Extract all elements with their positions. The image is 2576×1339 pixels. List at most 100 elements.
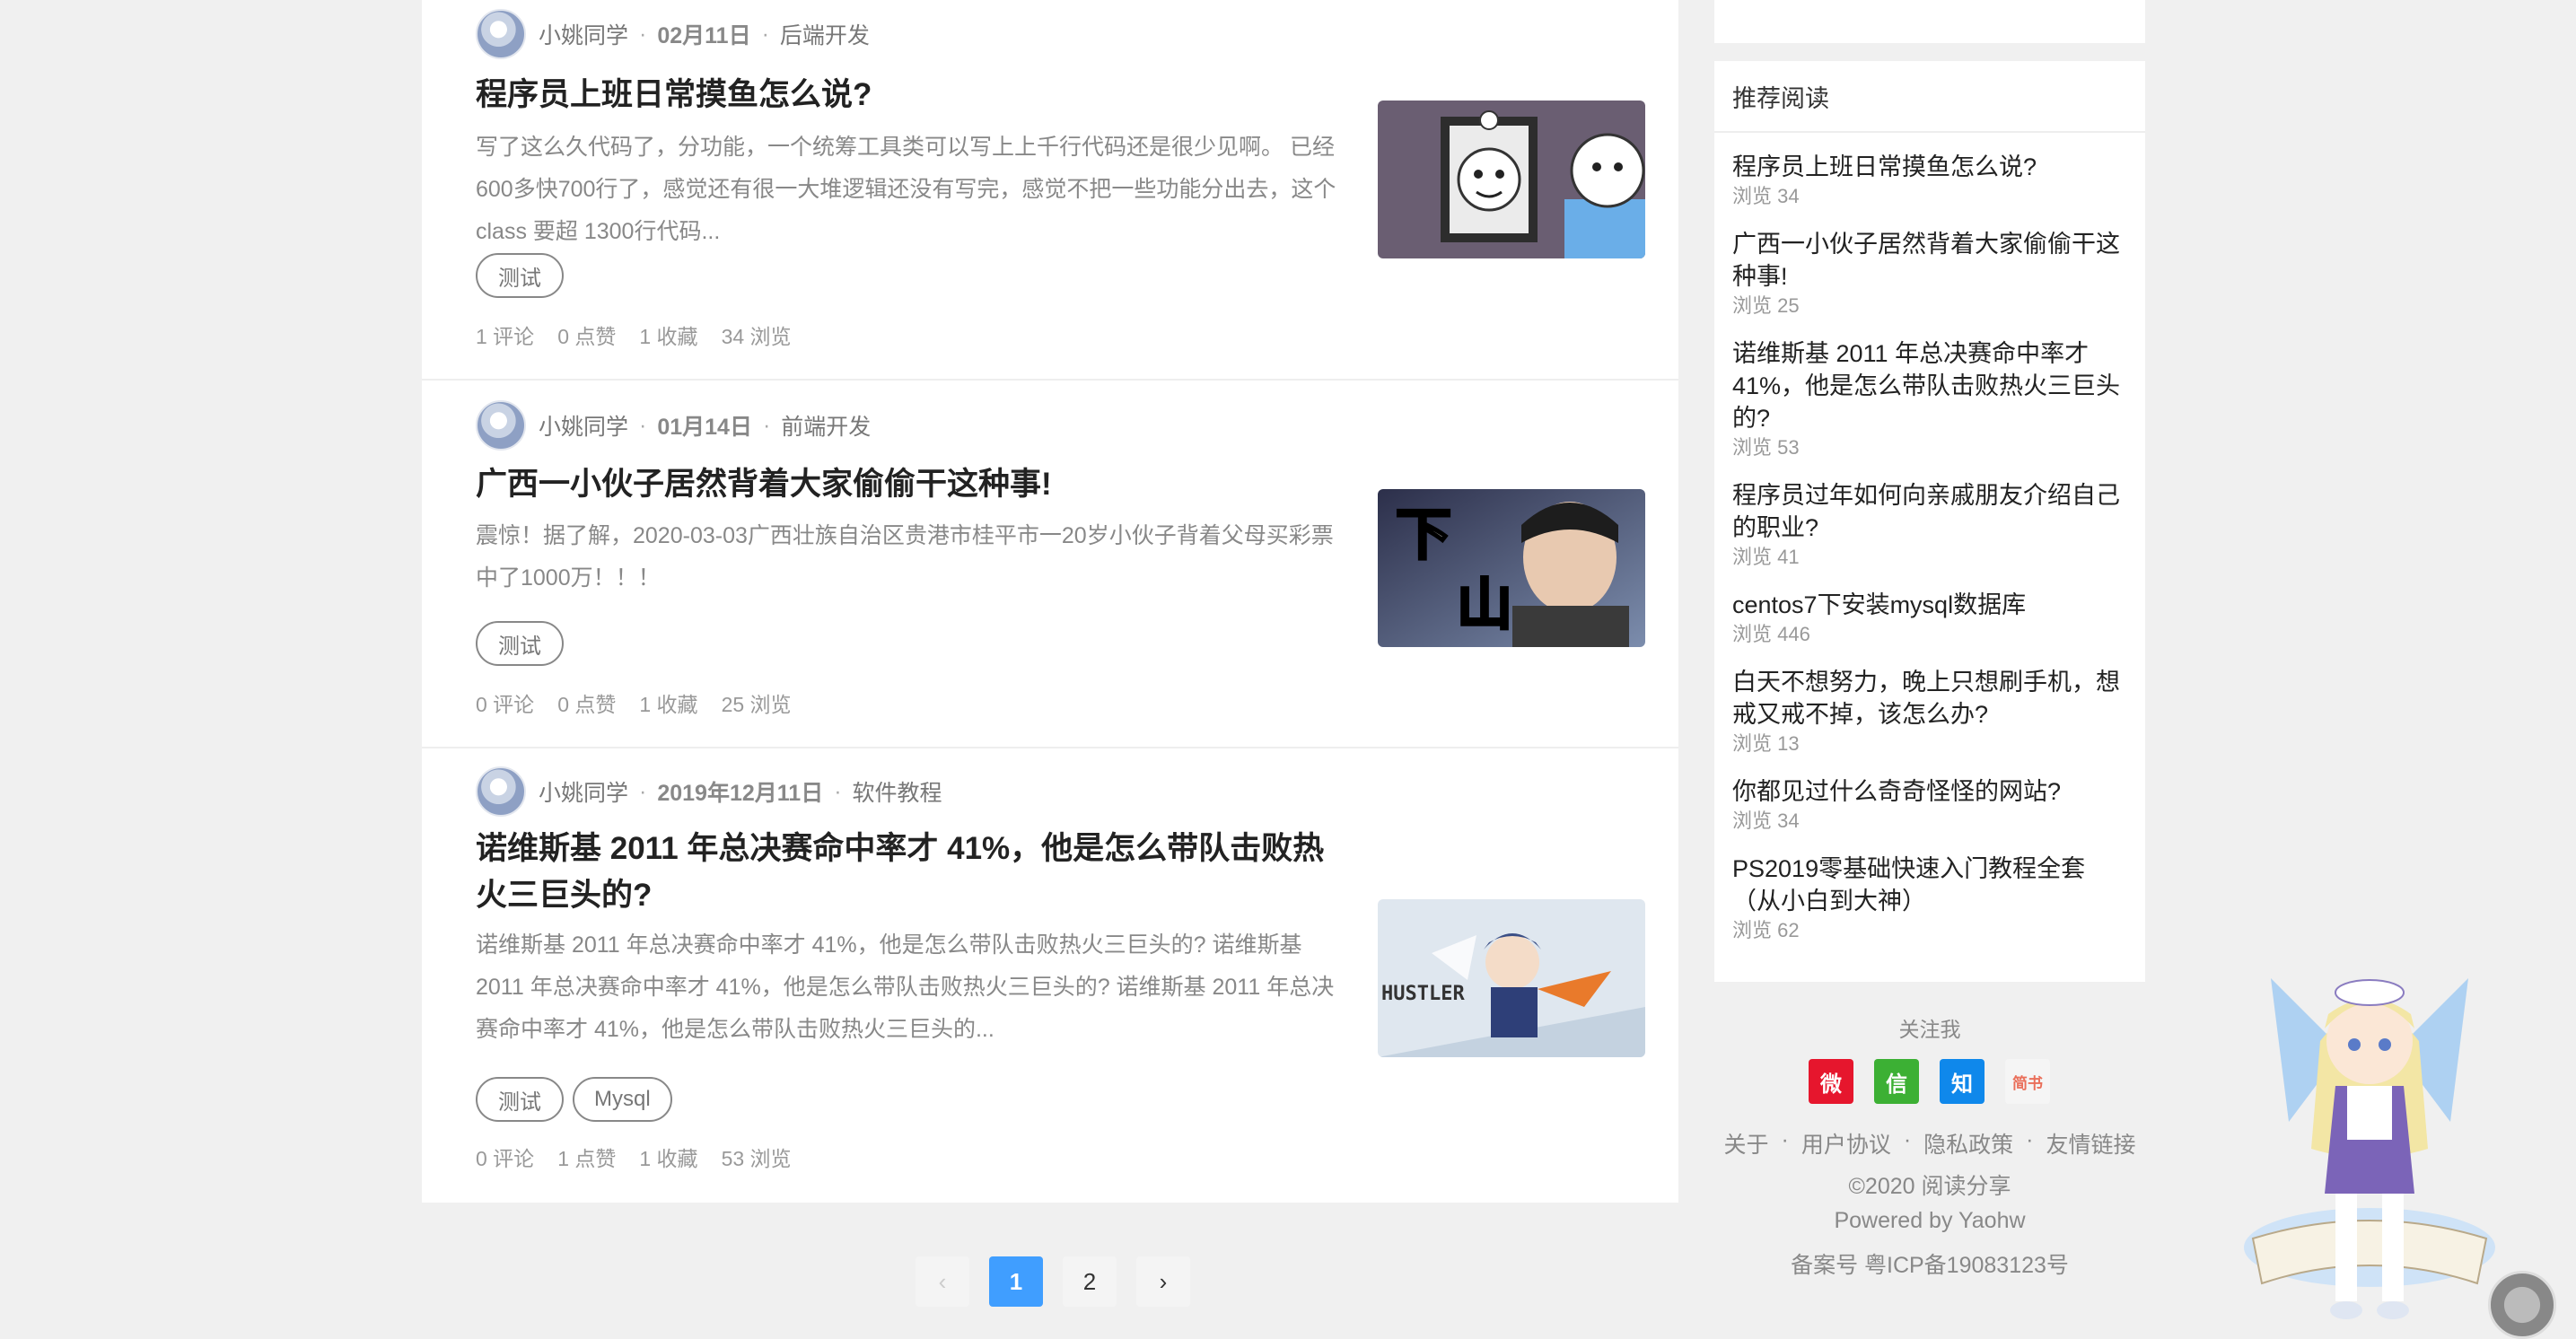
article-date: 02月11日 <box>657 23 751 48</box>
recommended-title[interactable]: 诺维斯基 2011 年总决赛命中率才 41%，他是怎么带队击败热火三巨头的? <box>1732 337 2127 434</box>
follow-label: 关注我 <box>1898 1018 1961 1041</box>
recommended-title[interactable]: PS2019零基础快速入门教程全套（从小白到大神） <box>1732 853 2127 917</box>
like-count: 1 点赞 <box>557 1147 617 1170</box>
mascot-image <box>2244 978 2495 1319</box>
article-category[interactable]: 后端开发 <box>780 18 870 50</box>
avatar[interactable] <box>476 766 526 817</box>
article-category[interactable]: 软件教程 <box>853 775 942 808</box>
article-card[interactable]: 小姚同学 · 01月14日 · 前端开发 广西一小伙子居然背着大家偷偷干这种事!… <box>422 381 1678 748</box>
recommended-views: 浏览 41 <box>1732 546 1800 568</box>
like-count: 0 点赞 <box>557 693 617 716</box>
article-excerpt: 诺维斯基 2011 年总决赛命中率才 41%，他是怎么带队击败热火三巨头的? 诺… <box>476 932 1335 1042</box>
tag-chip[interactable]: Mysql <box>573 1077 672 1122</box>
jianshu-icon[interactable]: 简书 <box>2005 1059 2050 1104</box>
recommended-title[interactable]: 广西一小伙子居然背着大家偷偷干这种事! <box>1732 228 2127 293</box>
view-count: 34 浏览 <box>721 325 792 348</box>
recommended-title[interactable]: 程序员上班日常摸鱼怎么说? <box>1732 151 2127 183</box>
comment-count: 0 评论 <box>476 693 535 716</box>
footer-link-about[interactable]: 关于 <box>1723 1127 1768 1160</box>
footer-link-privacy[interactable]: 隐私政策 <box>1923 1127 2013 1160</box>
thumbnail-caption: HUSTLER <box>1381 983 1465 1005</box>
favorite-count: 1 收藏 <box>639 693 698 716</box>
recommended-item[interactable]: centos7下安装mysql数据库 浏览 446 <box>1732 589 2127 648</box>
article-stats: 1 评论 0 点赞 1 收藏 34 浏览 <box>476 319 792 350</box>
recommended-item[interactable]: 你都见过什么奇奇怪怪的网站? 浏览 34 <box>1732 775 2127 835</box>
comment-count: 1 评论 <box>476 325 535 348</box>
prev-page-button[interactable]: ‹ <box>916 1256 969 1307</box>
page-button-2[interactable]: 2 <box>1063 1256 1117 1307</box>
anime-character-image: HUSTLER <box>1378 899 1645 1057</box>
meta-separator: · <box>761 21 769 47</box>
wechat-icon[interactable]: 信 <box>1874 1059 1919 1104</box>
weibo-icon[interactable]: 微 <box>1809 1059 1853 1104</box>
recommended-reading-panel: 推荐阅读 程序员上班日常摸鱼怎么说? 浏览 34 广西一小伙子居然背着大家偷偷干… <box>1714 61 2145 982</box>
footer-link-terms[interactable]: 用户协议 <box>1801 1127 1891 1160</box>
tag-chip[interactable]: 测试 <box>476 1077 564 1122</box>
meta-separator: · <box>639 778 647 804</box>
article-date: 2019年12月11日 <box>657 781 824 806</box>
avatar[interactable] <box>476 400 526 451</box>
tag-chip[interactable]: 测试 <box>476 621 564 666</box>
article-title[interactable]: 广西一小伙子居然背着大家偷偷干这种事! <box>476 461 1337 508</box>
recommended-title[interactable]: 白天不想努力，晚上只想刷手机，想戒又戒不掉，该怎么办? <box>1732 666 2127 731</box>
back-to-top-avatar[interactable] <box>2488 1271 2556 1339</box>
recommended-item[interactable]: 白天不想努力，晚上只想刷手机，想戒又戒不掉，该怎么办? 浏览 13 <box>1732 666 2127 757</box>
author-name[interactable]: 小姚同学 <box>539 18 628 50</box>
article-title[interactable]: 程序员上班日常摸鱼怎么说? <box>476 72 1337 118</box>
meta-separator: · <box>639 412 647 438</box>
tag-list: 测试 Mysql <box>476 1077 672 1122</box>
recommended-title[interactable]: centos7下安装mysql数据库 <box>1732 589 2127 621</box>
social-icons: 微 信 知 简书 <box>1809 1059 2050 1104</box>
footer-separator: · <box>1903 1127 1912 1152</box>
mascot-character[interactable] <box>2235 942 2504 1337</box>
footer-separator: · <box>2026 1127 2034 1152</box>
avatar[interactable] <box>476 9 526 59</box>
article-list: 小姚同学 · 02月11日 · 后端开发 程序员上班日常摸鱼怎么说? 写了这么久… <box>422 0 1678 1203</box>
tag-list: 测试 <box>476 621 564 666</box>
meta-separator: · <box>639 21 647 47</box>
next-page-button[interactable]: › <box>1136 1256 1190 1307</box>
article-title[interactable]: 诺维斯基 2011 年总决赛命中率才 41%，他是怎么带队击败热火三巨头的? <box>476 826 1337 919</box>
tag-chip[interactable]: 测试 <box>476 253 564 298</box>
recommended-title[interactable]: 你都见过什么奇奇怪怪的网站? <box>1732 775 2127 808</box>
recommended-views: 浏览 62 <box>1732 919 1800 941</box>
article-thumbnail[interactable]: 下 山 <box>1378 489 1645 647</box>
article-thumbnail[interactable] <box>1378 101 1645 258</box>
recommended-item[interactable]: 广西一小伙子居然背着大家偷偷干这种事! 浏览 25 <box>1732 228 2127 319</box>
recommended-views: 浏览 34 <box>1732 185 1800 207</box>
article-thumbnail[interactable]: HUSTLER <box>1378 899 1645 1057</box>
recommended-views: 浏览 34 <box>1732 810 1800 832</box>
article-category[interactable]: 前端开发 <box>781 409 871 442</box>
recommended-item[interactable]: 程序员过年如何向亲戚朋友介绍自己的职业? 浏览 41 <box>1732 479 2127 571</box>
recommended-title[interactable]: 程序员过年如何向亲戚朋友介绍自己的职业? <box>1732 479 2127 544</box>
article-card[interactable]: 小姚同学 · 2019年12月11日 · 软件教程 诺维斯基 2011 年总决赛… <box>422 748 1678 1203</box>
zhihu-icon[interactable]: 知 <box>1940 1059 1985 1104</box>
thumbnail-caption: 下 <box>1396 502 1451 567</box>
recommended-item[interactable]: 诺维斯基 2011 年总决赛命中率才 41%，他是怎么带队击败热火三巨头的? 浏… <box>1732 337 2127 461</box>
footer-icp[interactable]: 备案号 粤ICP备19083123号 <box>1705 1247 2154 1280</box>
article-meta: 小姚同学 · 2019年12月11日 · 软件教程 <box>476 765 942 818</box>
page-button-1[interactable]: 1 <box>989 1256 1043 1307</box>
comment-count: 0 评论 <box>476 1147 535 1170</box>
footer-powered-by[interactable]: Powered by Yaohw <box>1705 1208 2154 1234</box>
article-stats: 0 评论 0 点赞 1 收藏 25 浏览 <box>476 687 792 718</box>
article-excerpt: 写了这么久代码了，分功能，一个统筹工具类可以写上上千行代码还是很少见啊。 已经6… <box>476 135 1336 244</box>
article-card[interactable]: 小姚同学 · 02月11日 · 后端开发 程序员上班日常摸鱼怎么说? 写了这么久… <box>422 0 1678 381</box>
favorite-count: 1 收藏 <box>639 325 698 348</box>
view-count: 53 浏览 <box>721 1147 792 1170</box>
pagination: ‹ 1 2 › <box>916 1256 1190 1307</box>
recommended-heading: 推荐阅读 <box>1714 61 2145 133</box>
recommended-item[interactable]: PS2019零基础快速入门教程全套（从小白到大神） 浏览 62 <box>1732 853 2127 944</box>
article-stats: 0 评论 1 点赞 1 收藏 53 浏览 <box>476 1142 792 1172</box>
author-name[interactable]: 小姚同学 <box>539 409 628 442</box>
sidebar-top-panel <box>1714 0 2145 43</box>
recommended-views: 浏览 13 <box>1732 732 1800 755</box>
recommended-views: 浏览 25 <box>1732 294 1800 317</box>
recommended-views: 浏览 446 <box>1732 623 1810 645</box>
footer-link-friends[interactable]: 友情链接 <box>2046 1127 2136 1160</box>
recommended-item[interactable]: 程序员上班日常摸鱼怎么说? 浏览 34 <box>1732 151 2127 210</box>
author-name[interactable]: 小姚同学 <box>539 775 628 808</box>
meta-separator: · <box>834 778 842 804</box>
tag-list: 测试 <box>476 253 564 298</box>
article-meta: 小姚同学 · 02月11日 · 后端开发 <box>476 7 870 61</box>
